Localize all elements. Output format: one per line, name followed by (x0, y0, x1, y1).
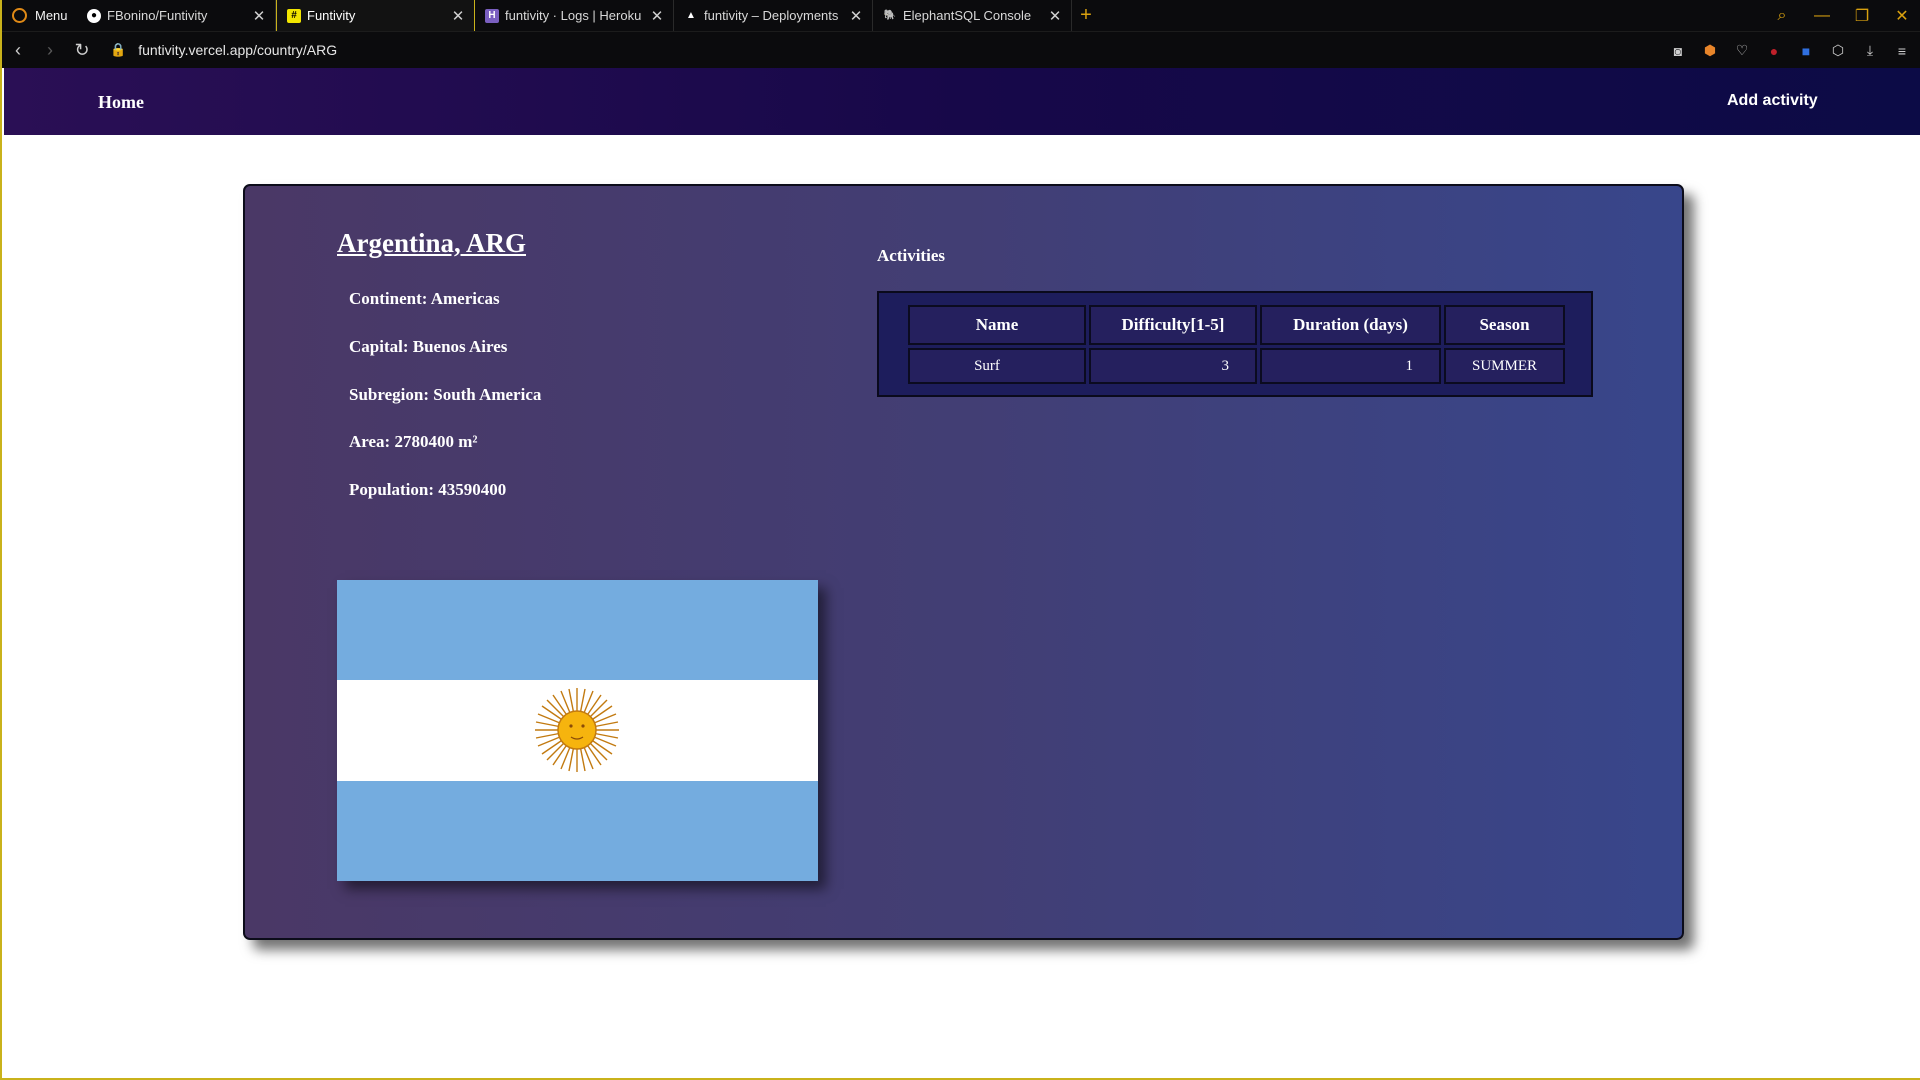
tab-title: funtivity – Deployments – Vercel (704, 8, 842, 23)
ublock-icon[interactable]: ● (1764, 43, 1784, 59)
heroku-icon: H (485, 8, 499, 23)
extensions-bar: ◙ ⬢ ♡ ● ■ ⬡ ⤓ ≡ (1668, 32, 1912, 69)
tab-elephantsql[interactable]: 🐘 ElephantSQL Console ✕ (873, 0, 1072, 31)
browser-menu-button[interactable]: Menu (2, 0, 77, 31)
activities-table: Name Difficulty[1-5] Duration (days) Sea… (905, 302, 1568, 387)
tab-title: ElephantSQL Console (903, 8, 1032, 23)
close-tab-icon[interactable]: ✕ (649, 7, 665, 25)
new-tab-button[interactable]: + (1072, 0, 1100, 31)
capital-info: Capital: Buenos Aires (349, 337, 508, 356)
tab-title: FBonino/Funtivity (107, 8, 208, 23)
cube-icon[interactable]: ⬡ (1828, 42, 1848, 59)
browser-window: Menu ● FBonino/Funtivity ✕ # Funtivity ✕… (0, 0, 1920, 1080)
funtivity-favicon-icon: # (287, 8, 301, 23)
close-tab-icon[interactable]: ✕ (848, 7, 864, 25)
reload-icon[interactable]: ↻ (66, 40, 98, 61)
download-icon[interactable]: ⤓ (1860, 42, 1880, 59)
activity-duration-cell: 1 (1260, 348, 1441, 384)
tab-vercel[interactable]: ▲ funtivity – Deployments – Vercel ✕ (674, 0, 873, 31)
column-header-name: Name (908, 305, 1086, 345)
activities-title: Activities (877, 246, 945, 265)
country-title: Argentina, ARG (337, 228, 526, 258)
activity-difficulty-cell: 3 (1089, 348, 1257, 384)
close-tab-icon[interactable]: ✕ (450, 7, 466, 25)
column-header-difficulty: Difficulty[1-5] (1089, 305, 1257, 345)
search-icon[interactable]: ⌕ (1762, 7, 1802, 25)
table-row: Surf 3 1 SUMMER (908, 348, 1565, 384)
bitwarden-icon[interactable]: ■ (1796, 43, 1816, 59)
lock-icon: 🔒 (110, 42, 127, 57)
population-info: Population: 43590400 (349, 480, 507, 499)
country-flag-image (337, 580, 818, 881)
menu-label: Menu (35, 8, 68, 23)
vercel-icon: ▲ (686, 10, 696, 21)
github-icon: ● (87, 8, 101, 23)
heart-icon[interactable]: ♡ (1732, 42, 1752, 59)
forward-icon[interactable]: › (34, 40, 66, 61)
tab-strip: Menu ● FBonino/Funtivity ✕ # Funtivity ✕… (2, 0, 1920, 31)
close-window-icon[interactable]: ✕ (1882, 6, 1920, 26)
tab-heroku[interactable]: H funtivity · Logs | Heroku ✕ (475, 0, 674, 31)
window-controls: ⌕ — ❐ ✕ (1762, 0, 1920, 31)
easy-setup-icon[interactable]: ≡ (1892, 43, 1912, 59)
subregion-info: Subregion: South America (349, 385, 542, 404)
close-tab-icon[interactable]: ✕ (1047, 7, 1063, 25)
tab-github[interactable]: ● FBonino/Funtivity ✕ (77, 0, 276, 31)
sun-of-may-icon (535, 688, 619, 772)
minimize-icon[interactable]: — (1802, 7, 1842, 25)
site-navbar: Home Add activity (4, 68, 1920, 135)
opera-logo-icon (12, 8, 27, 23)
close-tab-icon[interactable]: ✕ (251, 7, 267, 25)
activity-name-cell: Surf (908, 348, 1086, 384)
column-header-duration: Duration (days) (1260, 305, 1441, 345)
area-info: Area: 2780400 m² (349, 432, 478, 451)
tab-title: funtivity · Logs | Heroku (505, 8, 642, 23)
back-icon[interactable]: ‹ (2, 40, 34, 61)
continent-info: Continent: Americas (349, 289, 500, 308)
country-detail-card: Argentina, ARG Continent: Americas Capit… (243, 184, 1684, 940)
address-bar: ‹ › ↻ 🔒 funtivity.vercel.app/country/ARG… (2, 31, 1920, 68)
flag-top-band (337, 580, 818, 680)
elephant-icon: 🐘 (883, 10, 897, 21)
table-header-row: Name Difficulty[1-5] Duration (days) Sea… (908, 305, 1565, 345)
shield-icon[interactable]: ⬢ (1700, 42, 1720, 59)
camera-icon[interactable]: ◙ (1668, 43, 1688, 59)
tab-title: Funtivity (307, 8, 356, 23)
activities-table-container: Name Difficulty[1-5] Duration (days) Sea… (877, 291, 1593, 397)
tab-funtivity[interactable]: # Funtivity ✕ (276, 0, 475, 31)
restore-icon[interactable]: ❐ (1842, 6, 1882, 26)
page-viewport: Home Add activity Argentina, ARG Contine… (4, 68, 1920, 1078)
activity-season-cell: SUMMER (1444, 348, 1565, 384)
home-link[interactable]: Home (98, 92, 144, 113)
column-header-season: Season (1444, 305, 1565, 345)
url-field[interactable]: funtivity.vercel.app/country/ARG (138, 42, 337, 58)
add-activity-link[interactable]: Add activity (1727, 92, 1818, 110)
flag-bottom-band (337, 781, 818, 881)
